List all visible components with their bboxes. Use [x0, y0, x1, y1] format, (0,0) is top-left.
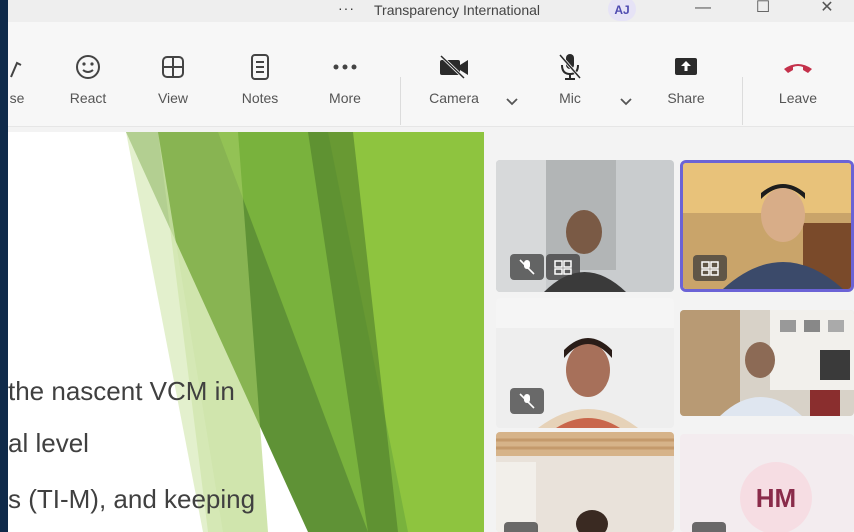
participant-video-tile[interactable]: [496, 298, 674, 428]
window-title: Transparency International: [374, 2, 541, 18]
meeting-toolbar: se React View Notes More Camera Mic Shar…: [8, 22, 854, 127]
active-speaker-video-tile[interactable]: [680, 160, 854, 292]
participant-initials-avatar: HM: [740, 462, 812, 532]
participant-video-tile[interactable]: [496, 160, 674, 292]
participant-video: [496, 432, 674, 532]
raise-hand-icon: [8, 50, 32, 84]
user-avatar[interactable]: AJ: [608, 0, 636, 21]
share-button[interactable]: Share: [660, 50, 712, 120]
title-more-icon[interactable]: ···: [338, 0, 355, 16]
muted-mic-icon: [510, 388, 544, 414]
close-window-button[interactable]: ✕: [812, 0, 842, 20]
camera-button[interactable]: Camera: [422, 50, 486, 120]
camera-options-chevron-icon[interactable]: [504, 94, 520, 110]
leave-button[interactable]: Leave: [772, 50, 824, 120]
camera-off-icon: [422, 50, 486, 84]
camera-label: Camera: [429, 90, 479, 106]
shared-presentation-slide: the nascent VCM in al level s (TI-M), an…: [8, 132, 484, 532]
raise-hand-label: se: [9, 90, 25, 106]
more-dots-icon: [320, 50, 370, 84]
leave-label: Leave: [778, 90, 818, 106]
react-label: React: [69, 90, 107, 106]
raise-hand-button[interactable]: se: [8, 50, 32, 120]
maximize-button[interactable]: ☐: [748, 0, 778, 20]
slide-text-line-3: s (TI-M), and keeping: [8, 484, 256, 514]
pin-video-icon: [546, 254, 580, 280]
participant-video-tile[interactable]: [496, 432, 674, 532]
toolbar-divider: [742, 77, 743, 125]
slide-text-line-2: al level: [8, 428, 89, 458]
view-button[interactable]: View: [148, 50, 198, 120]
view-label: View: [157, 90, 189, 106]
title-bar: ··· Transparency International AJ — ☐ ✕: [8, 0, 854, 22]
participant-video-tile[interactable]: [680, 310, 854, 416]
participant-video: [680, 310, 854, 416]
react-button[interactable]: React: [62, 50, 114, 120]
muted-mic-icon: [510, 254, 544, 280]
slide-text-line-1: the nascent VCM in: [8, 376, 235, 406]
more-button[interactable]: More: [320, 50, 370, 120]
notes-icon: [232, 50, 288, 84]
muted-mic-icon: [692, 522, 726, 532]
grid-view-icon: [148, 50, 198, 84]
toolbar-divider: [400, 77, 401, 125]
notes-label: Notes: [241, 90, 279, 106]
more-label: More: [329, 90, 361, 106]
participant-avatar-tile[interactable]: HM: [680, 434, 854, 532]
share-screen-icon: [660, 50, 712, 84]
mic-off-icon: [548, 50, 592, 84]
mic-label: Mic: [559, 90, 581, 106]
minimize-button[interactable]: —: [688, 0, 718, 20]
teams-meeting-window: ··· Transparency International AJ — ☐ ✕ …: [8, 0, 854, 532]
smiley-icon: [62, 50, 114, 84]
pin-video-icon: [693, 255, 727, 281]
muted-mic-icon: [504, 522, 538, 532]
mic-options-chevron-icon[interactable]: [618, 94, 634, 110]
mic-button[interactable]: Mic: [548, 50, 592, 120]
share-label: Share: [667, 90, 705, 106]
slide-green-shapes: [126, 132, 484, 532]
notes-button[interactable]: Notes: [232, 50, 288, 120]
hang-up-icon: [772, 50, 824, 84]
